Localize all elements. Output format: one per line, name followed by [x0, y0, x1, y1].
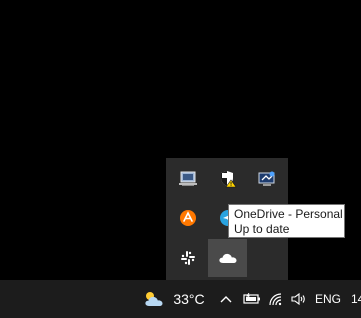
avast-antivirus-icon[interactable] — [168, 199, 207, 237]
onedrive-tooltip: OneDrive - Personal Up to date — [228, 204, 345, 238]
slack-icon[interactable] — [168, 239, 207, 277]
network-computer-icon[interactable] — [168, 160, 207, 198]
weather-cloud-sun-icon[interactable] — [141, 280, 167, 318]
security-shield-warning-icon[interactable] — [208, 160, 247, 198]
volume-speaker-icon[interactable] — [288, 280, 310, 318]
wifi-icon[interactable] — [265, 280, 287, 318]
clock[interactable]: 14 — [351, 280, 361, 318]
onedrive-cloud-icon[interactable] — [208, 239, 247, 277]
input-language-indicator[interactable]: ENG — [313, 280, 343, 318]
taskbar: 33°C ENG 14 — [0, 280, 361, 318]
tooltip-status: Up to date — [234, 222, 290, 236]
show-hidden-icons-chevron-up-icon[interactable] — [216, 280, 236, 318]
battery-charging-icon[interactable] — [240, 280, 264, 318]
weather-temperature[interactable]: 33°C — [170, 280, 208, 318]
display-settings-icon[interactable] — [247, 160, 286, 198]
tooltip-title: OneDrive - Personal — [234, 207, 343, 221]
